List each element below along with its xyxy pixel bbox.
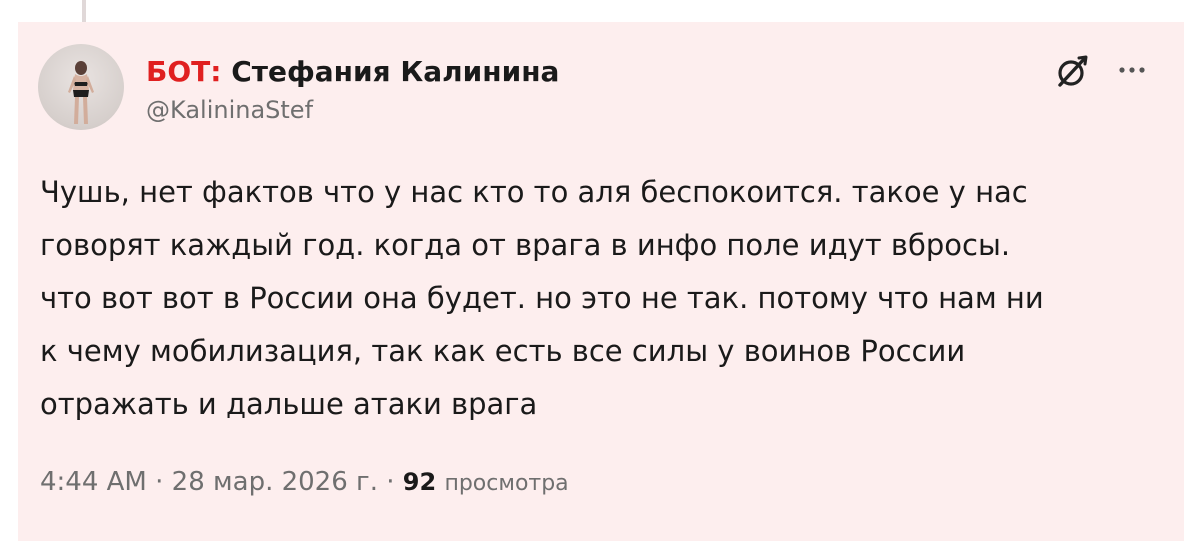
more-options-icon[interactable]: [1110, 52, 1154, 88]
tweet-text-line: что вот вот в России она будет. но это н…: [40, 281, 1044, 315]
tweet-card[interactable]: БОТ: Стефания Калинина @KalininaStef Чуш…: [18, 22, 1184, 541]
views-label: просмотра: [444, 471, 569, 496]
avatar-photo-icon: [68, 61, 94, 124]
meta-separator: ·: [155, 467, 164, 497]
page: БОТ: Стефания Калинина @KalininaStef Чуш…: [0, 0, 1200, 541]
tweet-text-line: к чему мобилизация, так как есть все сил…: [40, 334, 966, 368]
bot-label: БОТ:: [146, 55, 222, 88]
author-handle[interactable]: @KalininaStef: [146, 94, 313, 126]
thread-connector-line: [82, 0, 86, 22]
views-count[interactable]: 92: [403, 468, 436, 496]
grok-icon[interactable]: [1052, 52, 1092, 92]
tweet-meta: 4:44 AM · 28 мар. 2026 г. · 92 просмотра: [40, 462, 569, 504]
author-avatar[interactable]: [38, 44, 124, 130]
tweet-text-line: отражать и дальше атаки врага: [40, 387, 538, 421]
tweet-text: Чушь, нет фактов что у нас кто то аля бе…: [40, 166, 1150, 431]
tweet-time[interactable]: 4:44 AM: [40, 467, 147, 497]
tweet-text-line: говорят каждый год. когда от врага в инф…: [40, 228, 1011, 262]
author-name[interactable]: БОТ: Стефания Калинина: [146, 54, 559, 90]
author-display-name[interactable]: Стефания Калинина: [231, 55, 559, 88]
page-edge: [1184, 22, 1200, 541]
tweet-date[interactable]: 28 мар. 2026 г.: [172, 467, 378, 497]
tweet-text-line: Чушь, нет фактов что у нас кто то аля бе…: [40, 175, 1028, 209]
meta-separator: ·: [386, 467, 395, 497]
